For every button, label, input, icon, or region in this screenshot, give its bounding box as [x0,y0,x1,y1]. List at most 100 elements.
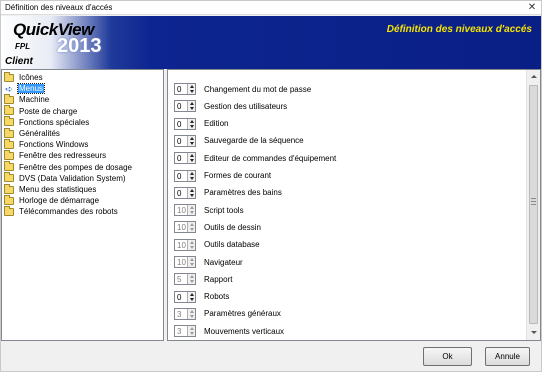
spinner-arrows-icon[interactable] [187,326,195,337]
access-level-row: 0 Robots [174,290,229,304]
tree-item[interactable]: Télécommandes des robots [4,205,119,217]
spinner-arrows-icon[interactable] [187,118,195,129]
folder-icon [4,116,14,127]
scroll-up-icon[interactable] [527,70,540,84]
access-level-label: Editeur de commandes d'équipement [204,153,337,163]
level-spinner[interactable]: 10 [174,204,196,217]
spinner-arrows-icon[interactable] [187,170,195,181]
level-spinner[interactable]: 0 [174,290,196,303]
level-spinner[interactable]: 0 [174,117,196,130]
spinner-arrows-icon[interactable] [187,222,195,233]
folder-icon [4,105,14,116]
level-spinner[interactable]: 0 [174,169,196,182]
tree-item[interactable]: Icônes [4,71,44,83]
page-heading: Définition des niveaux d'accés [386,24,532,35]
spinner-arrows-icon[interactable] [187,153,195,164]
quickview-logo: QuickView FPL 2013 Client [5,20,117,68]
spinner-arrows-icon[interactable] [187,274,195,285]
access-level-row: 0 Changement du mot de passe [174,82,311,96]
tree-item[interactable]: DVS (Data Validation System) [4,172,127,184]
level-spinner[interactable]: 3 [174,325,196,338]
access-level-row: 0 Sauvegarde de la séquence [174,134,304,148]
level-value[interactable]: 0 [177,172,181,181]
access-level-label: Edition [204,119,229,129]
level-value[interactable]: 10 [177,258,186,267]
logo-year: 2013 [57,35,102,57]
level-value[interactable]: 0 [177,293,181,302]
tree-item[interactable]: Poste de charge [4,105,78,117]
scroll-down-icon[interactable] [527,326,540,340]
level-spinner[interactable]: 3 [174,307,196,320]
spinner-arrows-icon[interactable] [187,205,195,216]
level-value[interactable]: 0 [177,102,181,111]
spinner-arrows-icon[interactable] [187,187,195,198]
spinner-arrows-icon[interactable] [187,101,195,112]
tree-item[interactable]: Fonctions spéciales [4,116,90,128]
level-spinner[interactable]: 0 [174,83,196,95]
access-level-row: 0 Paramètres des bains [174,186,282,200]
access-level-label: Gestion des utilisateurs [204,101,288,111]
tree-item[interactable]: Fenêtre des pompes de dosage [4,161,133,173]
access-level-row: 0 Gestion des utilisateurs [174,99,287,113]
level-spinner[interactable]: 0 [174,186,196,199]
folder-icon [4,183,14,194]
access-level-row: 3 Paramètres généraux [174,307,281,321]
tree-item[interactable]: Horloge de démarrage [4,194,100,206]
tree-item[interactable]: ➪ Menus [4,83,46,95]
access-level-label: Outils database [204,240,260,250]
folder-icon [4,138,14,149]
level-value[interactable]: 10 [177,223,186,232]
access-level-label: Robots [204,292,230,302]
close-icon[interactable]: ✕ [525,2,539,14]
tree-item[interactable]: Machine [4,93,50,105]
level-spinner[interactable]: 10 [174,238,196,251]
tree-item[interactable]: Menu des statistiques [4,183,97,195]
scroll-grip-icon [531,198,536,205]
level-value[interactable]: 0 [177,137,181,146]
access-level-row: 3 Mouvements verticaux [174,324,284,338]
folder-icon [4,194,14,205]
level-spinner[interactable]: 10 [174,221,196,234]
folder-icon [4,172,14,183]
ok-button[interactable]: Ok [423,347,472,366]
level-spinner[interactable]: 0 [174,100,196,113]
level-value[interactable]: 0 [177,189,181,198]
category-tree[interactable]: Icônes ➪ Menus Machine Poste de charge Foncti… [1,69,164,341]
tree-item[interactable]: Fonctions Windows [4,138,89,150]
tree-item[interactable]: Généralités [4,127,61,139]
level-value[interactable]: 10 [177,206,186,215]
spinner-arrows-icon[interactable] [187,84,195,94]
tree-item[interactable]: Fenêtre des redresseurs [4,149,107,161]
folder-icon [4,161,14,172]
cancel-button[interactable]: Annule [485,347,530,366]
tree-item-label: Menus [16,83,46,95]
level-spinner[interactable]: 0 [174,134,196,147]
scrollbar-thumb[interactable] [529,85,538,324]
spinner-arrows-icon[interactable] [187,239,195,250]
spinner-arrows-icon[interactable] [187,135,195,146]
access-level-row: 5 Rapport [174,272,232,286]
level-value[interactable]: 10 [177,241,186,250]
main-content: Icônes ➪ Menus Machine Poste de charge Foncti… [1,69,541,341]
level-value[interactable]: 5 [177,275,181,284]
level-spinner[interactable]: 5 [174,273,196,286]
tree-item-label: Machine [19,95,50,105]
spinner-arrows-icon[interactable] [187,291,195,302]
access-level-label: Sauvegarde de la séquence [204,136,304,146]
level-spinner[interactable]: 10 [174,256,196,268]
level-value[interactable]: 3 [177,327,181,336]
spinner-arrows-icon[interactable] [187,257,195,267]
access-level-row: 0 Edition [174,117,228,131]
folder-icon [4,149,14,160]
level-spinner[interactable]: 0 [174,152,196,165]
vertical-scrollbar[interactable] [526,70,540,340]
access-level-label: Script tools [204,205,244,215]
level-value[interactable]: 0 [177,120,181,129]
level-value[interactable]: 0 [177,85,181,94]
title-bar: Définition des niveaux d'accés ✕ [1,1,541,15]
level-value[interactable]: 3 [177,310,181,319]
spinner-arrows-icon[interactable] [187,308,195,319]
access-level-row: 10 Outils de dessin [174,220,261,234]
level-value[interactable]: 0 [177,154,181,163]
folder-icon [4,71,14,82]
